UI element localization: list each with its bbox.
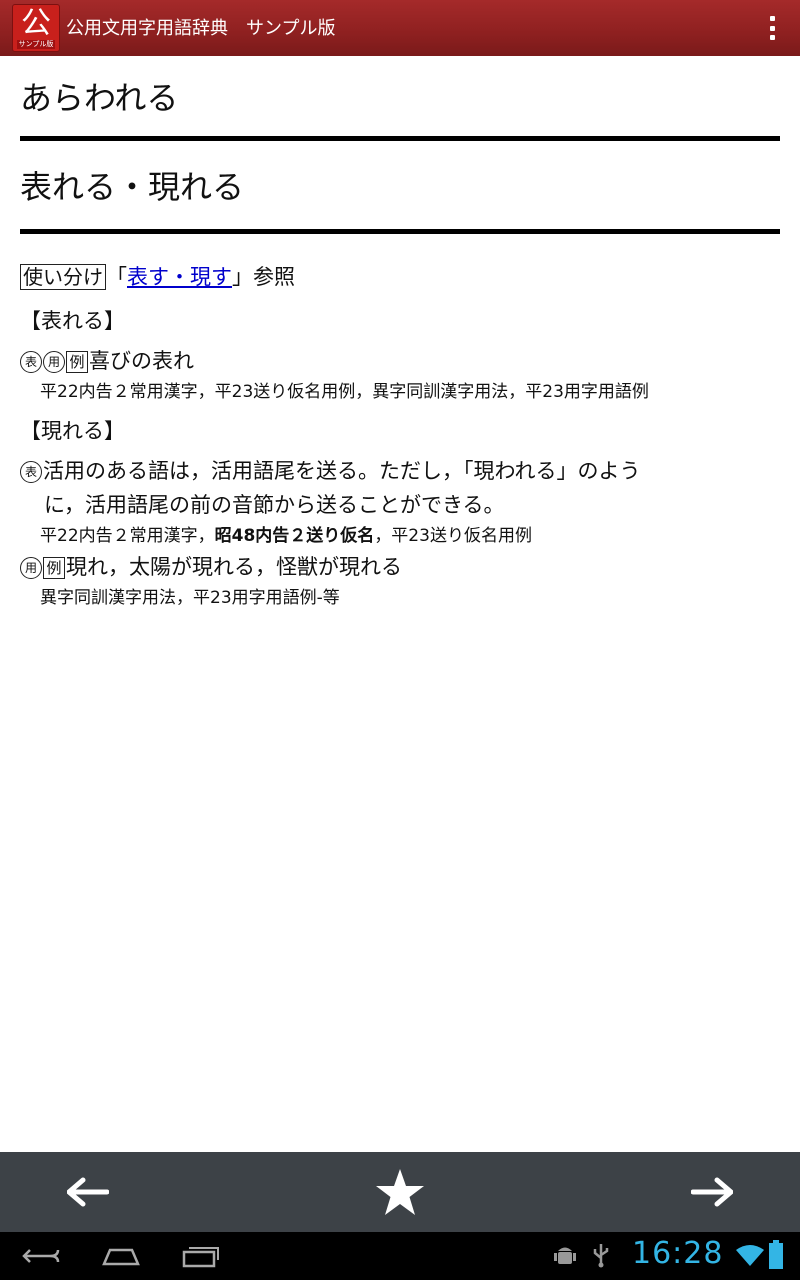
android-debug-icon bbox=[554, 1244, 576, 1272]
notation-mark-icon: 表 bbox=[20, 351, 42, 373]
overflow-menu-icon[interactable] bbox=[768, 16, 776, 40]
usage-reference-line: 使い分け 「表す・現す」参照 bbox=[20, 260, 780, 294]
rule-text-continued: に，活用語尾の前の音節から送ることができる。 bbox=[44, 493, 505, 517]
entry-body: 使い分け 「表す・現す」参照 【表れる】 表用例喜びの表れ 平22内告２常用漢字，… bbox=[20, 234, 780, 612]
back-icon[interactable] bbox=[22, 1244, 60, 1272]
usb-icon bbox=[592, 1242, 610, 1272]
rule-text: 活用のある語は，活用語尾を送る。ただし，「現われる」のよう bbox=[43, 459, 641, 483]
rule-line: 表活用のある語は，活用語尾を送る。ただし，「現われる」のよう bbox=[20, 454, 780, 488]
source-list: 平22内告２常用漢字，昭48内告２送り仮名，平23送り仮名用例 bbox=[40, 526, 532, 546]
home-icon[interactable] bbox=[102, 1244, 140, 1272]
section-title: 【表れる】 bbox=[20, 309, 125, 333]
example-line: 用例現れ，太陽が現れる，怪獣が現れる bbox=[20, 550, 780, 584]
entry-content: あらわれる 表れる・現れる 使い分け 「表す・現す」参照 【表れる】 表用例喜びの… bbox=[20, 56, 780, 612]
app-logo-char: 公 bbox=[21, 5, 51, 41]
app-logo-tag: サンプル版 bbox=[16, 39, 56, 49]
example-text: 喜びの表れ bbox=[89, 349, 194, 373]
previous-arrow-icon[interactable] bbox=[64, 1170, 112, 1214]
status-clock: 16:28 bbox=[632, 1236, 724, 1271]
section-title: 【現れる】 bbox=[20, 419, 125, 443]
bottom-nav-bar bbox=[0, 1152, 800, 1232]
example-line: 表用例喜びの表れ bbox=[20, 344, 780, 378]
reference-link[interactable]: 表す・現す bbox=[127, 265, 232, 289]
source-list: 異字同訓漢字用法，平23用字用語例-等 bbox=[40, 588, 340, 608]
usage-mark-icon: 用 bbox=[20, 557, 42, 579]
notation-mark-icon: 表 bbox=[20, 461, 42, 483]
entry-headword: 表れる・現れる bbox=[20, 168, 245, 206]
system-bar: 16:28 bbox=[0, 1232, 800, 1280]
app-logo-icon[interactable]: 公 サンプル版 bbox=[12, 4, 60, 52]
source-bold: 昭48内告２送り仮名 bbox=[214, 526, 375, 546]
usage-mark-icon: 用 bbox=[43, 351, 65, 373]
recent-apps-icon[interactable] bbox=[182, 1242, 220, 1272]
favorite-star-icon[interactable] bbox=[374, 1166, 426, 1218]
app-title: 公用文用字用語辞典 サンプル版 bbox=[66, 18, 336, 39]
usage-box-label: 使い分け bbox=[20, 264, 106, 290]
example-mark-icon: 例 bbox=[43, 557, 65, 579]
example-text: 現れ，太陽が現れる，怪獣が現れる bbox=[66, 555, 402, 579]
wifi-icon bbox=[736, 1244, 764, 1270]
example-mark-icon: 例 bbox=[66, 351, 88, 373]
entry-reading: あらわれる bbox=[20, 79, 179, 117]
next-arrow-icon[interactable] bbox=[688, 1170, 736, 1214]
battery-icon bbox=[768, 1240, 784, 1274]
source-list: 平22内告２常用漢字，平23送り仮名用例，異字同訓漢字用法，平23用字用語例 bbox=[40, 382, 649, 402]
action-bar: 公 サンプル版 公用文用字用語辞典 サンプル版 bbox=[0, 0, 800, 56]
